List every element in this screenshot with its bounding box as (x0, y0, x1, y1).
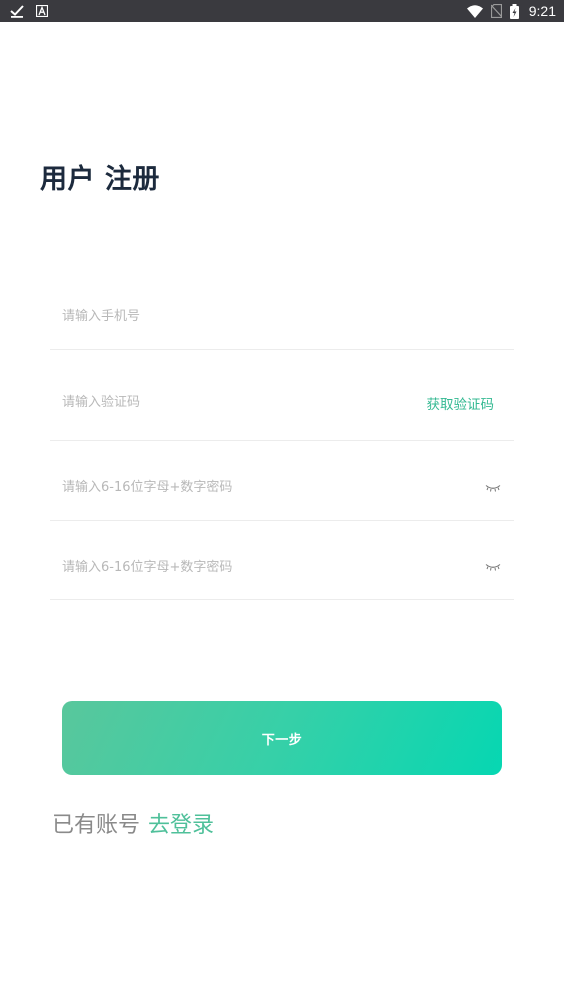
phone-input[interactable] (62, 284, 422, 349)
confirm-password-row (50, 535, 514, 600)
next-step-button[interactable]: 下一步 (62, 701, 502, 775)
verification-code-row: 获取验证码 (50, 365, 514, 441)
confirm-password-input[interactable] (62, 535, 422, 599)
status-right-icons: 9:21 (466, 0, 556, 22)
password-row (50, 455, 514, 521)
wifi-icon (466, 4, 483, 18)
login-prompt-line: 已有账号 去登录 (52, 806, 214, 846)
get-code-button[interactable]: 获取验证码 (427, 365, 495, 440)
status-left-icons (10, 3, 48, 19)
no-sim-icon (490, 4, 502, 18)
verification-code-input[interactable] (62, 365, 422, 440)
a-notification-icon (36, 5, 48, 17)
page-title: 用户 注册 (40, 164, 160, 195)
password-input[interactable] (62, 455, 422, 520)
eye-closed-icon[interactable] (485, 535, 501, 599)
check-icon (10, 4, 24, 18)
status-bar: 9:21 (0, 0, 564, 22)
battery-charging-icon (509, 3, 519, 19)
status-time: 9:21 (528, 3, 556, 19)
phone-row (50, 284, 514, 350)
eye-closed-icon[interactable] (485, 455, 501, 520)
have-account-text: 已有账号 (52, 813, 141, 838)
next-step-label: 下一步 (261, 732, 303, 748)
go-login-link[interactable]: 去登录 (148, 813, 214, 838)
